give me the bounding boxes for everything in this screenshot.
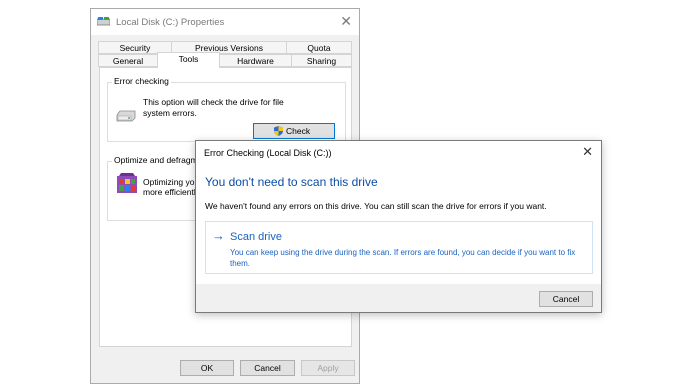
tab-general[interactable]: General (98, 54, 158, 67)
hard-disk-icon (116, 110, 136, 122)
close-icon[interactable]: ✕ (582, 144, 593, 160)
scan-drive-description: You can keep using the drive during the … (230, 248, 576, 268)
dialog-title: Error Checking (Local Disk (C:)) (204, 148, 332, 158)
tab-hardware[interactable]: Hardware (219, 54, 292, 67)
dialog-cancel-button[interactable]: Cancel (539, 291, 593, 307)
scan-drive-option[interactable]: → Scan drive You can keep using the driv… (205, 221, 593, 274)
error-checking-dialog: Error Checking (Local Disk (C:)) ✕ You d… (195, 140, 602, 313)
properties-title: Local Disk (C:) Properties (116, 17, 225, 28)
tab-sharing[interactable]: Sharing (291, 54, 352, 67)
close-icon[interactable]: ✕ (340, 13, 352, 29)
check-button[interactable]: Check (253, 123, 335, 139)
optimize-description-line1: Optimizing your (143, 177, 203, 187)
uac-shield-icon (274, 126, 283, 136)
properties-titlebar: Local Disk (C:) Properties ✕ (91, 9, 359, 35)
cancel-button[interactable]: Cancel (240, 360, 295, 376)
apply-button[interactable]: Apply (301, 360, 355, 376)
check-button-label: Check (286, 126, 311, 136)
optimize-description-line2: more efficiently (143, 187, 201, 197)
dialog-footer: Cancel (196, 284, 601, 312)
dialog-heading: You don't need to scan this drive (205, 175, 378, 189)
error-checking-label: Error checking (112, 76, 171, 86)
tab-quota[interactable]: Quota (286, 41, 352, 54)
drive-icon (97, 17, 110, 26)
ok-button[interactable]: OK (180, 360, 234, 376)
scan-drive-title: Scan drive (230, 231, 282, 243)
dialog-message: We haven't found any errors on this driv… (205, 201, 547, 211)
tab-tools[interactable]: Tools (157, 52, 220, 68)
arrow-right-icon: → (212, 228, 225, 243)
error-checking-description: This option will check the drive for fil… (143, 97, 284, 118)
defrag-icon (117, 173, 137, 193)
